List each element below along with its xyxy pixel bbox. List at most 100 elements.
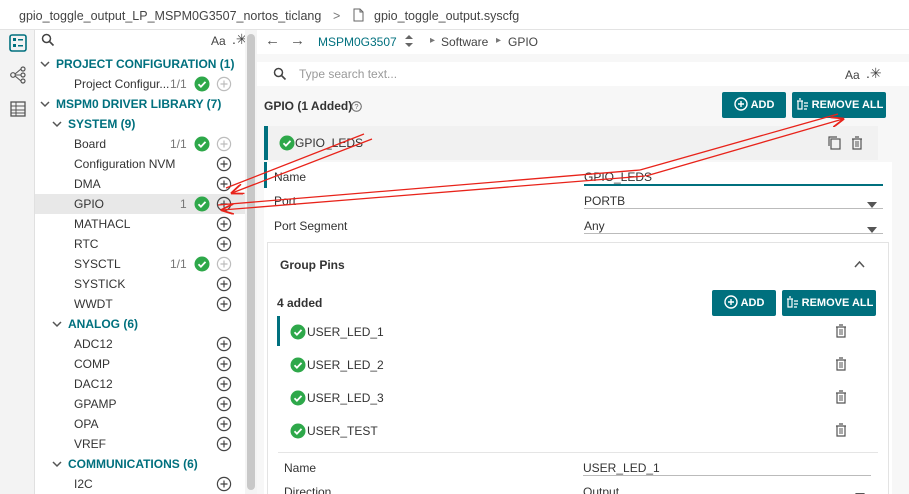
add-instance-icon[interactable] [216,156,232,172]
pin-row[interactable]: USER_LED_2 [277,349,877,379]
tree-search-bar[interactable]: Aa .✳ [35,30,248,52]
name-field-label: Name [274,170,307,184]
tree-item[interactable]: RTC [35,234,245,254]
add-instance-icon[interactable] [216,176,232,192]
tree-item[interactable]: DMA [35,174,245,194]
tree-item[interactable]: I2C [35,474,245,494]
add-instance-icon[interactable] [216,356,232,372]
add-instance-icon[interactable] [216,276,232,292]
instance-row[interactable]: GPIO_LEDS [264,126,878,160]
device-selector-chevron-icon[interactable] [404,34,414,51]
add-pin-button[interactable]: ADD [712,290,776,316]
help-icon[interactable]: ? [351,101,362,115]
tree-item[interactable]: SYSTICK [35,274,245,294]
tree-item[interactable]: Configuration NVM [35,154,245,174]
forward-arrow-icon[interactable]: → [290,32,305,49]
add-instance-icon[interactable] [216,236,232,252]
breadcrumb-file[interactable]: gpio_toggle_output.syscfg [374,9,519,23]
nav-path-gpio[interactable]: GPIO [508,35,538,49]
check-circle-icon [290,357,306,376]
direction-select[interactable]: Output [583,485,619,494]
add-instance-icon[interactable] [216,336,232,352]
chevron-down-icon[interactable] [51,318,63,330]
back-arrow-icon[interactable]: ← [265,32,280,49]
pin-name: USER_TEST [307,424,378,438]
remove-all-instances-button[interactable]: REMOVE ALL [792,92,886,118]
hierarchy-icon[interactable] [8,65,28,85]
match-case-toggle[interactable]: Aa [845,68,860,82]
config-navbar: ← → MSPM0G3507 ▸ Software ▸ GPIO [257,30,909,54]
remove-all-pins-button[interactable]: REMOVE ALL [782,290,876,316]
add-instance-icon[interactable] [216,216,232,232]
pin-row[interactable]: USER_LED_1 [277,316,877,346]
dropdown-arrow-icon[interactable] [855,488,865,494]
tree-item-label: SYSCTL [74,257,121,271]
delete-all-icon [795,97,809,114]
config-search-input[interactable]: Type search text... [299,67,397,81]
add-instance-icon [216,76,232,92]
port-segment-select[interactable]: Any [584,219,605,233]
name-field-input[interactable]: GPIO_LEDS [584,170,652,184]
tree-group-header[interactable]: COMMUNICATIONS (6) [35,454,245,474]
tree-item[interactable]: COMP [35,354,245,374]
config-search-bar[interactable]: Type search text... Aa .✳ [257,62,909,86]
tree-group-header[interactable]: ANALOG (6) [35,314,245,334]
tree-group-label: MSPM0 DRIVER LIBRARY (7) [56,97,222,111]
device-selector[interactable]: MSPM0G3507 [318,35,397,49]
tree-item-label: MATHACL [74,217,131,231]
add-instance-icon[interactable] [216,376,232,392]
tree-item-label: Board [74,137,107,151]
tree-item[interactable]: OPA [35,414,245,434]
pin-name-field-input[interactable]: USER_LED_1 [583,461,660,475]
pin-row[interactable]: USER_LED_3 [277,382,877,412]
nav-path-software[interactable]: Software [441,35,488,49]
tree-item[interactable]: GPIO 1 [35,194,245,214]
tree-item-label: RTC [74,237,99,251]
tree-item[interactable]: Project Configur... 1/1 [35,74,245,94]
tree-item[interactable]: DAC12 [35,374,245,394]
field-focus-indicator [264,162,267,188]
trash-icon[interactable] [834,356,848,375]
tree-item[interactable]: MATHACL [35,214,245,234]
tree-item[interactable]: GPAMP [35,394,245,414]
pin-row[interactable]: USER_TEST [277,415,877,445]
chevron-down-icon[interactable] [51,118,63,130]
add-instance-button[interactable]: ADD [722,92,786,118]
chevron-down-icon[interactable] [39,58,51,70]
add-instance-icon[interactable] [216,196,232,212]
pin-name: USER_LED_2 [307,358,384,372]
trash-icon[interactable] [834,389,848,408]
port-select[interactable]: PORTB [584,194,625,208]
trash-icon[interactable] [834,323,848,342]
tree-group-header[interactable]: PROJECT CONFIGURATION (1) [35,54,245,74]
plus-circle-icon [723,294,738,312]
breadcrumb-project[interactable]: gpio_toggle_output_LP_MSPM0G3507_nortos_… [19,9,321,23]
tree-view-icon[interactable] [8,33,28,53]
chevron-down-icon[interactable] [51,458,63,470]
trash-icon[interactable] [834,422,848,441]
tree-item[interactable]: VREF [35,434,245,454]
trash-icon[interactable] [850,135,864,154]
tree-item[interactable]: Board 1/1 [35,134,245,154]
match-case-toggle[interactable]: Aa [211,34,226,48]
table-icon[interactable] [8,99,28,119]
tree-scrollbar-thumb[interactable] [247,34,255,490]
chevron-down-icon[interactable] [39,98,51,110]
add-instance-icon[interactable] [216,296,232,312]
add-instance-icon[interactable] [216,476,232,492]
chevron-up-icon[interactable] [854,257,865,271]
add-instance-icon[interactable] [216,416,232,432]
add-instance-icon[interactable] [216,436,232,452]
copy-icon[interactable] [827,135,843,154]
tree-item[interactable]: ADC12 [35,334,245,354]
check-circle-icon [194,196,210,212]
tree-item-label: VREF [74,437,107,451]
tree-group-header[interactable]: SYSTEM (9) [35,114,245,134]
add-instance-icon[interactable] [216,396,232,412]
tree-group-header[interactable]: MSPM0 DRIVER LIBRARY (7) [35,94,245,114]
tree-item-label: Project Configur... [74,77,170,91]
regex-icon[interactable]: .✳ [866,65,882,82]
tree-item[interactable]: SYSCTL 1/1 [35,254,245,274]
tree-item[interactable]: WWDT [35,294,245,314]
add-instance-icon [216,136,232,152]
